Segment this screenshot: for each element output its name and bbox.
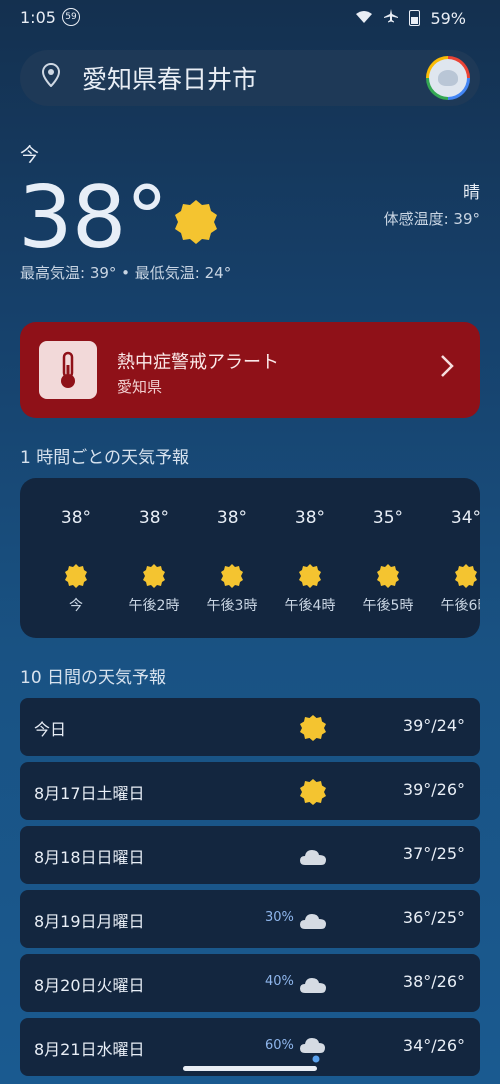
battery-percent: 59%	[430, 8, 466, 28]
sun-icon	[300, 779, 326, 805]
day-label: 8月21日水曜日	[34, 1040, 145, 1059]
sun-icon	[221, 564, 243, 588]
current-temperature: 38°	[18, 168, 168, 268]
daily-forecast-row[interactable]: 8月20日火曜日 40% 38°/26°	[20, 954, 480, 1012]
precipitation-chance: 60%	[265, 1038, 294, 1053]
sun-icon	[143, 564, 165, 588]
status-icons: 59%	[355, 8, 466, 28]
cloud-icon	[300, 850, 326, 865]
wifi-icon	[355, 9, 373, 28]
hourly-time-label: 午後2時	[128, 598, 180, 614]
day-label: 8月18日日曜日	[34, 848, 145, 867]
location-name: 愛知県春日井市	[82, 65, 258, 94]
sun-icon	[377, 564, 399, 588]
thermometer-icon	[39, 341, 97, 399]
high-low-temps: 38°/26°	[402, 972, 465, 991]
weather-condition: 晴	[463, 183, 480, 203]
daily-forecast-row[interactable]: 今日 39°/24°	[20, 698, 480, 756]
battery-icon	[409, 10, 421, 26]
high-low-temps: 39°/26°	[402, 780, 465, 799]
chevron-right-icon	[440, 354, 454, 385]
alert-title: 熱中症警戒アラート	[117, 352, 279, 373]
hourly-time-label: 午後4時	[284, 598, 336, 614]
hourly-temperature: 38°	[216, 508, 248, 528]
current-label: 今	[20, 144, 40, 166]
heat-alert-card[interactable]: 熱中症警戒アラート 愛知県	[20, 322, 480, 418]
hourly-temperature: 38°	[138, 508, 170, 528]
sun-icon	[299, 564, 321, 588]
hourly-temperature: 38°	[294, 508, 326, 528]
high-low-temps: 37°/25°	[402, 844, 465, 863]
hourly-temperature: 38°	[60, 508, 92, 528]
cloud-icon	[300, 914, 326, 929]
precipitation-chance: 40%	[265, 974, 294, 989]
hourly-time-label: 午後3時	[206, 598, 258, 614]
hourly-time-label: 今	[69, 598, 83, 614]
hourly-forecast-title: 1 時間ごとの天気予報	[20, 448, 190, 468]
account-avatar[interactable]	[426, 56, 470, 100]
hourly-forecast-panel[interactable]: 38° 今 38° 午後2時 38° 午後3時 38° 午後4時 35° 午後5…	[20, 478, 480, 638]
sun-icon	[175, 200, 217, 244]
high-low-temps: 34°/26°	[402, 1036, 465, 1055]
airplane-mode-icon	[383, 8, 399, 28]
hourly-temperature: 35°	[372, 508, 404, 528]
hourly-temperature: 34°	[450, 508, 480, 528]
location-pin-icon	[41, 62, 61, 93]
day-label: 今日	[34, 720, 67, 739]
hourly-time-label: 午後5時	[362, 598, 414, 614]
high-low-temperature: 最高気温: 39° • 最低気温: 24°	[20, 264, 232, 282]
location-search-bar[interactable]: 愛知県春日井市	[20, 50, 480, 106]
daily-forecast-title: 10 日間の天気予報	[20, 668, 167, 688]
hourly-time-label: 午後6時	[440, 598, 480, 614]
cloud-icon	[300, 978, 326, 993]
daily-forecast-row[interactable]: 8月17日土曜日 39°/26°	[20, 762, 480, 820]
high-low-temps: 39°/24°	[402, 716, 465, 735]
high-low-temps: 36°/25°	[402, 908, 465, 927]
notification-count-badge: 59	[62, 8, 80, 26]
status-bar: 1:05 59 59%	[0, 0, 500, 36]
day-label: 8月20日火曜日	[34, 976, 145, 995]
alert-region: 愛知県	[117, 378, 163, 396]
precipitation-chance: 30%	[265, 910, 294, 925]
sun-icon	[300, 715, 326, 741]
daily-forecast-row[interactable]: 8月18日日曜日 37°/25°	[20, 826, 480, 884]
daily-forecast-row[interactable]: 8月19日月曜日 30% 36°/25°	[20, 890, 480, 948]
day-label: 8月19日月曜日	[34, 912, 145, 931]
cloud-rain-icon	[300, 1038, 325, 1063]
sun-icon	[65, 564, 87, 588]
sun-icon	[455, 564, 477, 588]
status-time: 1:05	[20, 8, 56, 27]
gesture-nav-handle[interactable]	[183, 1066, 317, 1071]
feels-like-temperature: 体感温度: 39°	[383, 210, 480, 228]
day-label: 8月17日土曜日	[34, 784, 145, 803]
